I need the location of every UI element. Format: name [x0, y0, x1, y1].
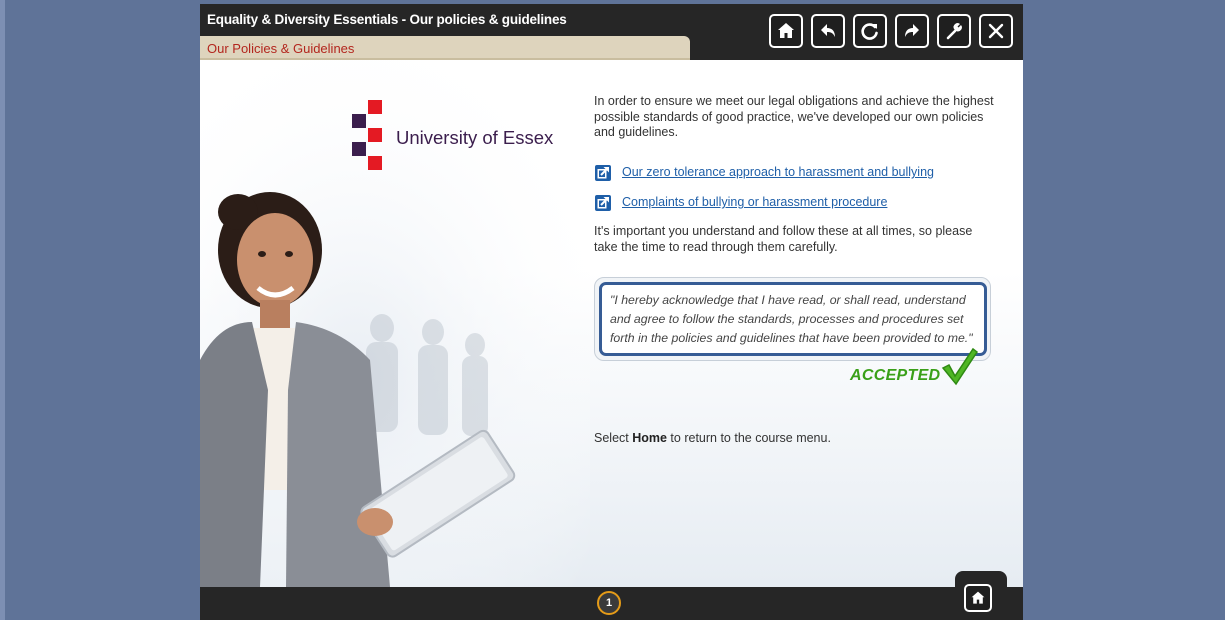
- bottom-bar: 1: [200, 587, 1023, 620]
- return-home-bold: Home: [632, 431, 667, 445]
- redo-button[interactable]: [895, 14, 929, 48]
- acknowledgement-box[interactable]: "I hereby acknowledge that I have read, …: [594, 277, 991, 361]
- footer-home-tab: [955, 571, 1007, 620]
- section-tab: Our Policies & Guidelines: [200, 36, 690, 60]
- procedure-link-row[interactable]: Complaints of bullying or harassment pro…: [594, 194, 887, 212]
- home-icon: [971, 591, 985, 604]
- home-button[interactable]: [769, 14, 803, 48]
- intro-paragraph: In order to ensure we meet our legal obl…: [594, 94, 994, 139]
- external-link-icon: [595, 165, 611, 181]
- toolbar: [769, 14, 1013, 48]
- home-icon: [778, 23, 794, 38]
- return-prefix: Select: [594, 431, 633, 445]
- policy-link-row[interactable]: Our zero tolerance approach to harassmen…: [594, 164, 934, 182]
- page-indicator[interactable]: 1: [597, 591, 621, 615]
- redo-icon: [905, 24, 919, 37]
- accepted-label: ACCEPTED: [850, 367, 941, 384]
- university-name: University of Essex: [396, 127, 554, 148]
- window-edge: [0, 0, 5, 620]
- acknowledgement-frame: "I hereby acknowledge that I have read, …: [599, 282, 987, 356]
- reload-icon: [861, 23, 878, 40]
- course-player: Equality & Diversity Essentials - Our po…: [200, 4, 1023, 620]
- harassment-policy-link[interactable]: Our zero tolerance approach to harassmen…: [622, 165, 934, 181]
- checkmark-icon: [941, 347, 979, 386]
- acknowledgement-text: "I hereby acknowledge that I have read, …: [610, 293, 973, 345]
- reload-button[interactable]: [853, 14, 887, 48]
- return-instruction: Select Home to return to the course menu…: [594, 431, 994, 447]
- slide-content: University of Essex In order to ensure w…: [200, 60, 1023, 587]
- close-button[interactable]: [979, 14, 1013, 48]
- undo-button[interactable]: [811, 14, 845, 48]
- course-title: Equality & Diversity Essentials - Our po…: [207, 12, 567, 27]
- settings-button[interactable]: [937, 14, 971, 48]
- section-tab-label: Our Policies & Guidelines: [207, 41, 355, 56]
- top-bar: Equality & Diversity Essentials - Our po…: [200, 4, 1023, 60]
- instruction-paragraph: It's important you understand and follow…: [594, 224, 973, 254]
- complaints-procedure-link[interactable]: Complaints of bullying or harassment pro…: [622, 195, 887, 211]
- close-icon: [988, 23, 1004, 39]
- undo-icon: [821, 24, 835, 37]
- wrench-icon: [946, 23, 962, 40]
- external-link-icon: [595, 195, 611, 211]
- return-suffix: to return to the course menu.: [666, 431, 831, 445]
- footer-home-button[interactable]: [964, 584, 992, 612]
